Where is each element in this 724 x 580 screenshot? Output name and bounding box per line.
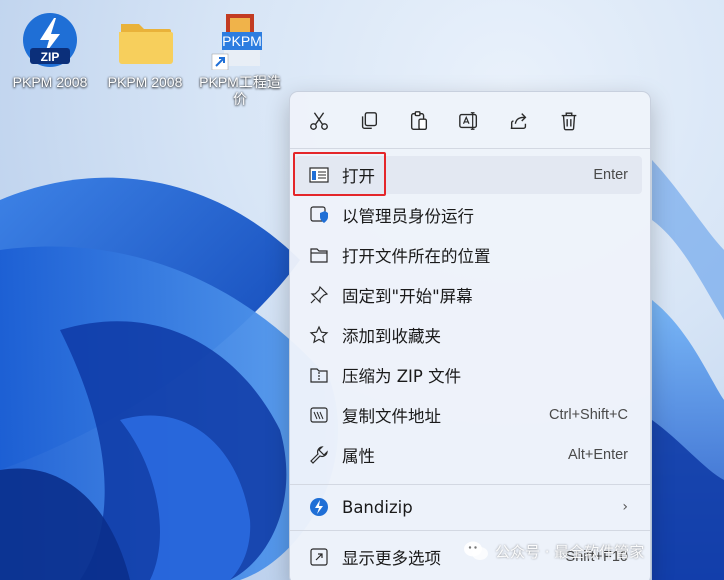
context-menu-toolbar <box>290 92 650 148</box>
zip-archive-icon: ZIP <box>20 10 80 70</box>
menu-item-open-file-location[interactable]: 打开文件所在的位置 <box>295 236 642 274</box>
rename-icon <box>459 112 478 130</box>
copy-icon <box>361 112 378 130</box>
menu-item-label: 以管理员身份运行 <box>342 207 474 226</box>
menu-item-label: 复制文件地址 <box>342 407 441 426</box>
menu-item-label: 属性 <box>342 447 375 466</box>
annotation-highlight-box <box>293 152 386 196</box>
menu-item-bandizip[interactable]: Bandizip › <box>295 488 642 526</box>
menu-separator <box>290 530 650 531</box>
menu-item-label: 打开文件所在的位置 <box>342 247 491 266</box>
menu-item-shortcut: Ctrl+Shift+C <box>549 407 628 423</box>
menu-item-label: 添加到收藏夹 <box>342 327 441 346</box>
path-copy-icon <box>308 404 330 426</box>
menu-item-pin-to-start[interactable]: 固定到"开始"屏幕 <box>295 276 642 314</box>
menu-item-copy-path[interactable]: 复制文件地址 Ctrl+Shift+C <box>295 396 642 434</box>
watermark-text: 公众号 · 最全软件管家 <box>495 542 645 561</box>
pkpm-logo-text: PKPM <box>222 33 262 49</box>
folder-icon <box>115 10 175 70</box>
share-icon <box>510 113 527 130</box>
menu-item-compress-zip[interactable]: 压缩为 ZIP 文件 <box>295 356 642 394</box>
menu-item-label: 固定到"开始"屏幕 <box>342 287 473 306</box>
rename-button[interactable] <box>454 106 484 136</box>
paste-icon <box>410 111 428 130</box>
menu-item-label: Bandizip <box>342 497 413 517</box>
desktop-icon-label: PKPM 2008 <box>107 74 183 90</box>
paste-button[interactable] <box>404 106 434 136</box>
watermark: 公众号 · 最全软件管家 <box>463 540 644 562</box>
desktop-icon-label: PKPM工程造价 <box>199 74 281 107</box>
delete-button[interactable] <box>554 106 584 136</box>
desktop-icon-zip[interactable]: ZIP PKPM 2008 <box>4 10 96 91</box>
copy-button[interactable] <box>354 106 384 136</box>
zip-folder-icon <box>308 364 330 386</box>
menu-item-add-to-favorites[interactable]: 添加到收藏夹 <box>295 316 642 354</box>
bandizip-icon <box>308 496 330 518</box>
menu-separator <box>290 148 650 149</box>
trash-icon <box>561 112 577 131</box>
share-button[interactable] <box>504 106 534 136</box>
menu-item-run-as-admin[interactable]: 以管理员身份运行 <box>295 196 642 234</box>
desktop-icon-label: PKPM 2008 <box>12 74 88 90</box>
pin-icon <box>308 284 330 306</box>
pkpm-app-shortcut-icon: PKPM <box>210 10 270 71</box>
wechat-icon <box>464 541 488 560</box>
shield-icon <box>308 204 330 226</box>
expand-icon <box>308 546 330 568</box>
star-icon <box>308 324 330 346</box>
desktop-icon-folder[interactable]: PKPM 2008 <box>99 10 191 91</box>
folder-icon <box>308 244 330 266</box>
menu-item-shortcut: Alt+Enter <box>567 447 628 463</box>
chevron-right-icon: › <box>622 499 628 515</box>
wrench-icon <box>308 444 330 466</box>
menu-item-label: 压缩为 ZIP 文件 <box>342 367 462 386</box>
desktop-icon-pkpm-shortcut[interactable]: PKPM PKPM工程造价 <box>194 10 286 108</box>
menu-item-shortcut: Enter <box>593 167 628 183</box>
cut-button[interactable] <box>304 106 334 136</box>
menu-separator <box>290 484 650 485</box>
zip-badge-text: ZIP <box>41 50 60 64</box>
menu-item-properties[interactable]: 属性 Alt+Enter <box>295 436 642 474</box>
scissors-icon <box>310 112 328 130</box>
